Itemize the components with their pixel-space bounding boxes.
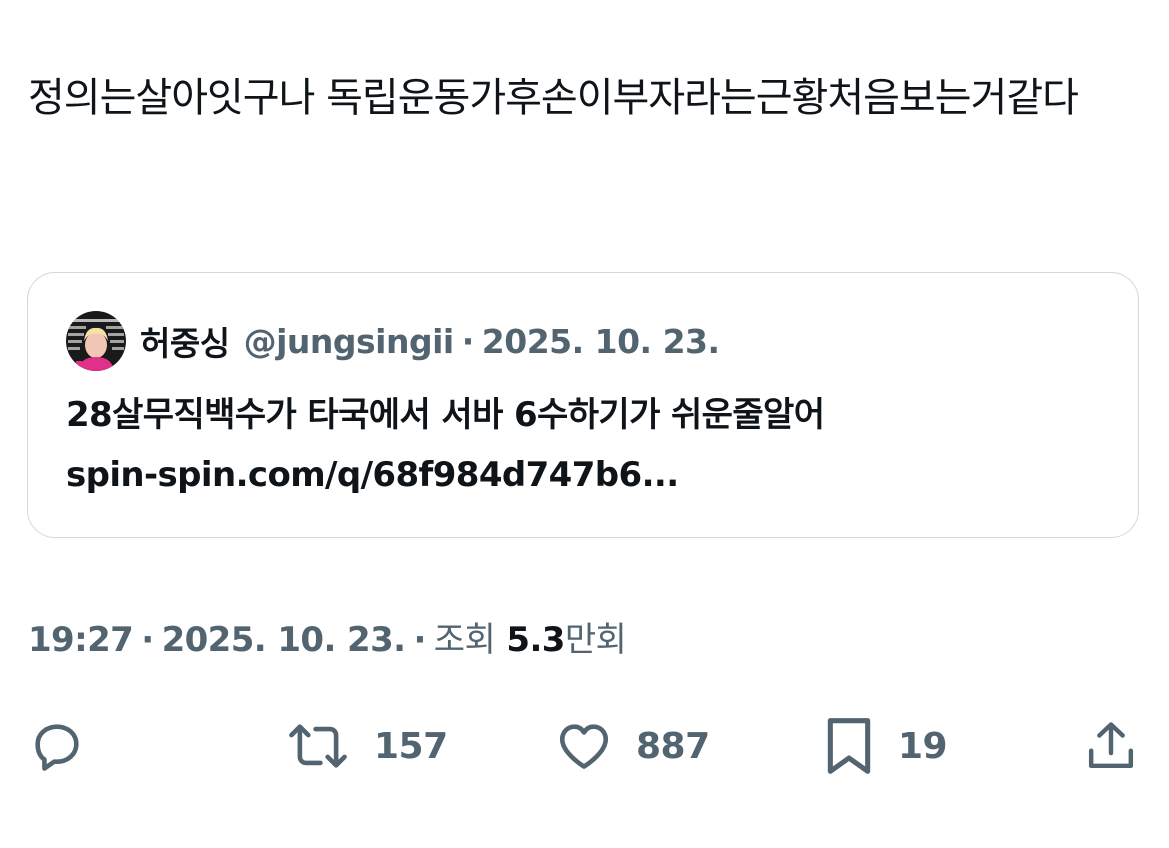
share-icon	[1083, 717, 1139, 775]
quoted-tweet-body: 28살무직백수가 타국에서 서바 6수하기가 쉬운줄알어 spin-spin.c…	[66, 385, 1106, 505]
quoted-tweet-header: 허중싱 @jungsingii · 2025. 10. 23.	[66, 311, 720, 371]
tweet-text: 정의는살아잇구나 독립운동가후손이부자라는근황처음보는거같다	[28, 75, 1079, 121]
bookmark-icon	[822, 714, 876, 778]
separator-dot: ·	[461, 321, 475, 361]
separator-dot: ·	[141, 620, 154, 660]
tweet-time[interactable]: 19:27	[28, 620, 134, 660]
retweet-count: 157	[374, 725, 448, 767]
quoted-author-handle[interactable]: @jungsingii	[244, 322, 455, 361]
reply-button[interactable]	[28, 706, 86, 786]
bookmark-button[interactable]: 19	[822, 706, 948, 786]
separator-dot: ·	[413, 620, 426, 660]
reply-icon	[28, 717, 86, 775]
views-label: 조회	[433, 620, 496, 660]
action-bar: 157 887 19	[0, 706, 1169, 786]
quoted-tweet-link[interactable]: spin-spin.com/q/68f984d747b6...	[66, 445, 1106, 505]
views-unit: 만회	[564, 620, 627, 660]
quoted-tweet-text: 28살무직백수가 타국에서 서바 6수하기가 쉬운줄알어	[66, 395, 825, 435]
avatar[interactable]	[66, 311, 126, 371]
quoted-author-name[interactable]: 허중싱	[140, 317, 230, 365]
quoted-tweet-date[interactable]: 2025. 10. 23.	[482, 322, 720, 361]
views-count: 5.3	[506, 620, 565, 660]
like-button[interactable]: 887	[554, 706, 710, 786]
like-count: 887	[636, 725, 710, 767]
quoted-tweet-card[interactable]: 허중싱 @jungsingii · 2025. 10. 23. 28살무직백수가…	[27, 272, 1139, 538]
bookmark-count: 19	[898, 725, 948, 767]
retweet-icon	[284, 717, 352, 775]
share-button[interactable]	[1083, 706, 1139, 786]
tweet-date[interactable]: 2025. 10. 23.	[162, 620, 406, 660]
retweet-button[interactable]: 157	[284, 706, 448, 786]
tweet-meta: 19:27 · 2025. 10. 23. · 조회 5.3만회	[28, 612, 627, 661]
heart-icon	[554, 717, 614, 775]
